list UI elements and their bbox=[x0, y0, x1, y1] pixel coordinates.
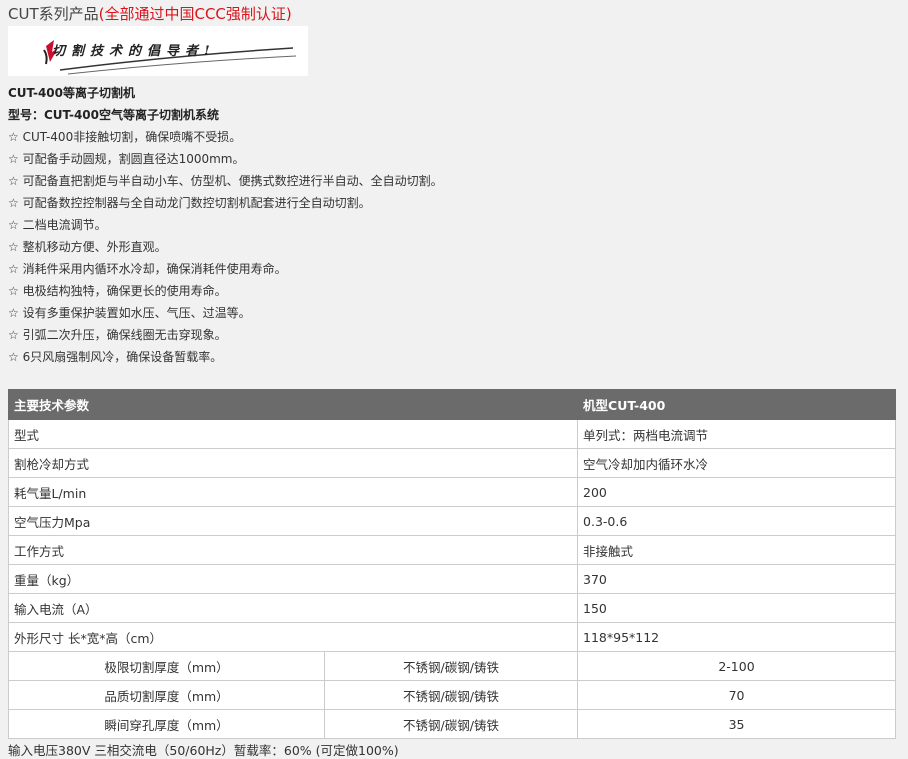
feature-item: ☆ CUT-400非接触切割，确保喷嘴不受损。 bbox=[8, 130, 242, 144]
feature-item: ☆ 整机移动方便、外形直观。 bbox=[8, 240, 167, 254]
spec-value: 150 bbox=[577, 593, 897, 623]
thickness-value: 35 bbox=[577, 709, 897, 739]
spec-label: 工作方式 bbox=[7, 535, 579, 565]
spec-value: 200 bbox=[577, 477, 897, 507]
spec-table: 主要技术参数 机型CUT-400 型式 单列式：两档电流调节 割枪冷却方式 空气… bbox=[7, 389, 897, 739]
table-row: 瞬间穿孔厚度（mm） 不锈钢/碳钢/铸铁 35 bbox=[8, 709, 897, 739]
thickness-label: 瞬间穿孔厚度（mm） bbox=[8, 709, 325, 739]
thickness-material: 不锈钢/碳钢/铸铁 bbox=[323, 680, 579, 710]
footer-note: 输入电压380V 三相交流电（50/60Hz）暂载率：60% (可定做100%) bbox=[8, 743, 399, 758]
feature-item: ☆ 可配备手动圆规，割圆直径达1000mm。 bbox=[8, 152, 245, 166]
spec-value: 单列式：两档电流调节 bbox=[577, 419, 897, 449]
spec-label: 重量（kg） bbox=[7, 564, 579, 594]
table-row: 耗气量L/min 200 bbox=[7, 477, 897, 507]
feature-item: ☆ 可配备直把割炬与半自动小车、仿型机、便携式数控进行半自动、全自动切割。 bbox=[8, 174, 443, 188]
feature-item: ☆ 电极结构独特，确保更长的使用寿命。 bbox=[8, 284, 227, 298]
spec-value: 非接触式 bbox=[577, 535, 897, 565]
table-row: 极限切割厚度（mm） 不锈钢/碳钢/铸铁 2-100 bbox=[8, 651, 897, 681]
spec-header-model: 机型CUT-400 bbox=[577, 389, 897, 420]
table-row: 型式 单列式：两档电流调节 bbox=[7, 419, 897, 449]
table-row: 品质切割厚度（mm） 不锈钢/碳钢/铸铁 70 bbox=[8, 680, 897, 710]
table-row: 空气压力Mpa 0.3-0.6 bbox=[7, 506, 897, 536]
feature-item: ☆ 消耗件采用内循环水冷却，确保消耗件使用寿命。 bbox=[8, 262, 287, 276]
thickness-material: 不锈钢/碳钢/铸铁 bbox=[323, 651, 579, 681]
spec-label: 空气压力Mpa bbox=[7, 506, 579, 536]
thickness-value: 70 bbox=[577, 680, 897, 710]
spec-label: 输入电流（A） bbox=[7, 593, 579, 623]
product-intro: CUT-400等离子切割机 型号：CUT-400空气等离子切割机系统 ☆ CUT… bbox=[8, 82, 443, 368]
table-row: 外形尺寸 长*宽*高（cm） 118*95*112 bbox=[7, 622, 897, 652]
table-row: 割枪冷却方式 空气冷却加内循环水冷 bbox=[7, 448, 897, 478]
thickness-value: 2-100 bbox=[577, 651, 897, 681]
spec-header-param: 主要技术参数 bbox=[7, 389, 579, 420]
spec-label: 外形尺寸 长*宽*高（cm） bbox=[7, 622, 579, 652]
thickness-label: 品质切割厚度（mm） bbox=[8, 680, 325, 710]
feature-item: ☆ 6只风扇强制风冷，确保设备暂载率。 bbox=[8, 350, 223, 364]
series-title: CUT系列产品 bbox=[8, 5, 99, 23]
page-header: CUT系列产品(全部通过中国CCC强制认证) bbox=[8, 3, 292, 24]
spec-label: 耗气量L/min bbox=[7, 477, 579, 507]
product-name: CUT-400等离子切割机 bbox=[8, 86, 136, 100]
thickness-material: 不锈钢/碳钢/铸铁 bbox=[323, 709, 579, 739]
slogan-banner: 切割技术的倡导者! bbox=[8, 26, 308, 76]
table-row: 重量（kg） 370 bbox=[7, 564, 897, 594]
spec-value: 0.3-0.6 bbox=[577, 506, 897, 536]
slogan-text: 切割技术的倡导者! bbox=[52, 44, 216, 59]
thickness-label: 极限切割厚度（mm） bbox=[8, 651, 325, 681]
spec-table-header: 主要技术参数 机型CUT-400 bbox=[7, 389, 897, 420]
feature-item: ☆ 设有多重保护装置如水压、气压、过温等。 bbox=[8, 306, 251, 320]
table-row: 工作方式 非接触式 bbox=[7, 535, 897, 565]
spec-label: 割枪冷却方式 bbox=[7, 448, 579, 478]
spec-value: 370 bbox=[577, 564, 897, 594]
product-model: 型号：CUT-400空气等离子切割机系统 bbox=[8, 108, 220, 122]
feature-list: ☆ CUT-400非接触切割，确保喷嘴不受损。 ☆ 可配备手动圆规，割圆直径达1… bbox=[8, 126, 443, 368]
spec-label: 型式 bbox=[7, 419, 579, 449]
spec-value: 118*95*112 bbox=[577, 622, 897, 652]
spec-value: 空气冷却加内循环水冷 bbox=[577, 448, 897, 478]
feature-item: ☆ 引弧二次升压，确保线圈无击穿现象。 bbox=[8, 328, 227, 342]
certification-note: (全部通过中国CCC强制认证) bbox=[98, 5, 292, 23]
product-page: CUT系列产品(全部通过中国CCC强制认证) 切割技术的倡导者! CUT-400… bbox=[0, 0, 908, 758]
feature-item: ☆ 二档电流调节。 bbox=[8, 218, 107, 232]
table-row: 输入电流（A） 150 bbox=[7, 593, 897, 623]
feature-item: ☆ 可配备数控控制器与全自动龙门数控切割机配套进行全自动切割。 bbox=[8, 196, 371, 210]
